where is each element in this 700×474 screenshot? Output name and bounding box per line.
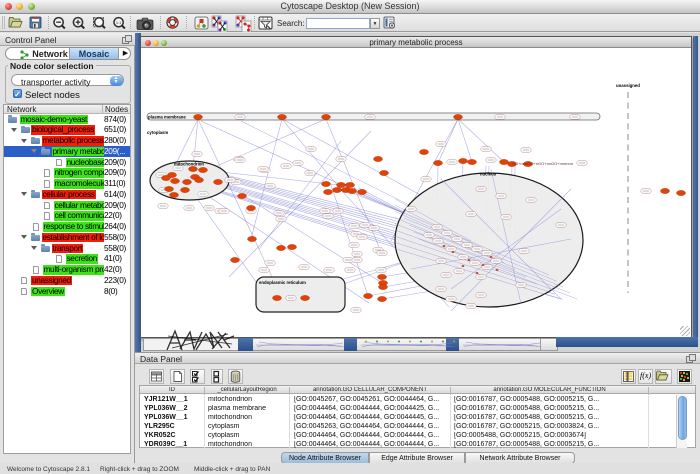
svg-text:unassigned: unassigned [616,83,640,88]
svg-text:endoplasmic reticulum: endoplasmic reticulum [259,280,306,285]
svg-text:GO+nnnGO+nGO+nnGO+nnnnnn: GO+nnnGO+nGO+nnGO+nnnnnn [512,161,573,166]
svg-text:plasma membrane: plasma membrane [148,115,186,120]
svg-text:1:1: 1:1 [116,20,122,25]
svg-text:cytoplasm: cytoplasm [147,130,168,135]
svg-text:nucleus: nucleus [480,172,497,177]
